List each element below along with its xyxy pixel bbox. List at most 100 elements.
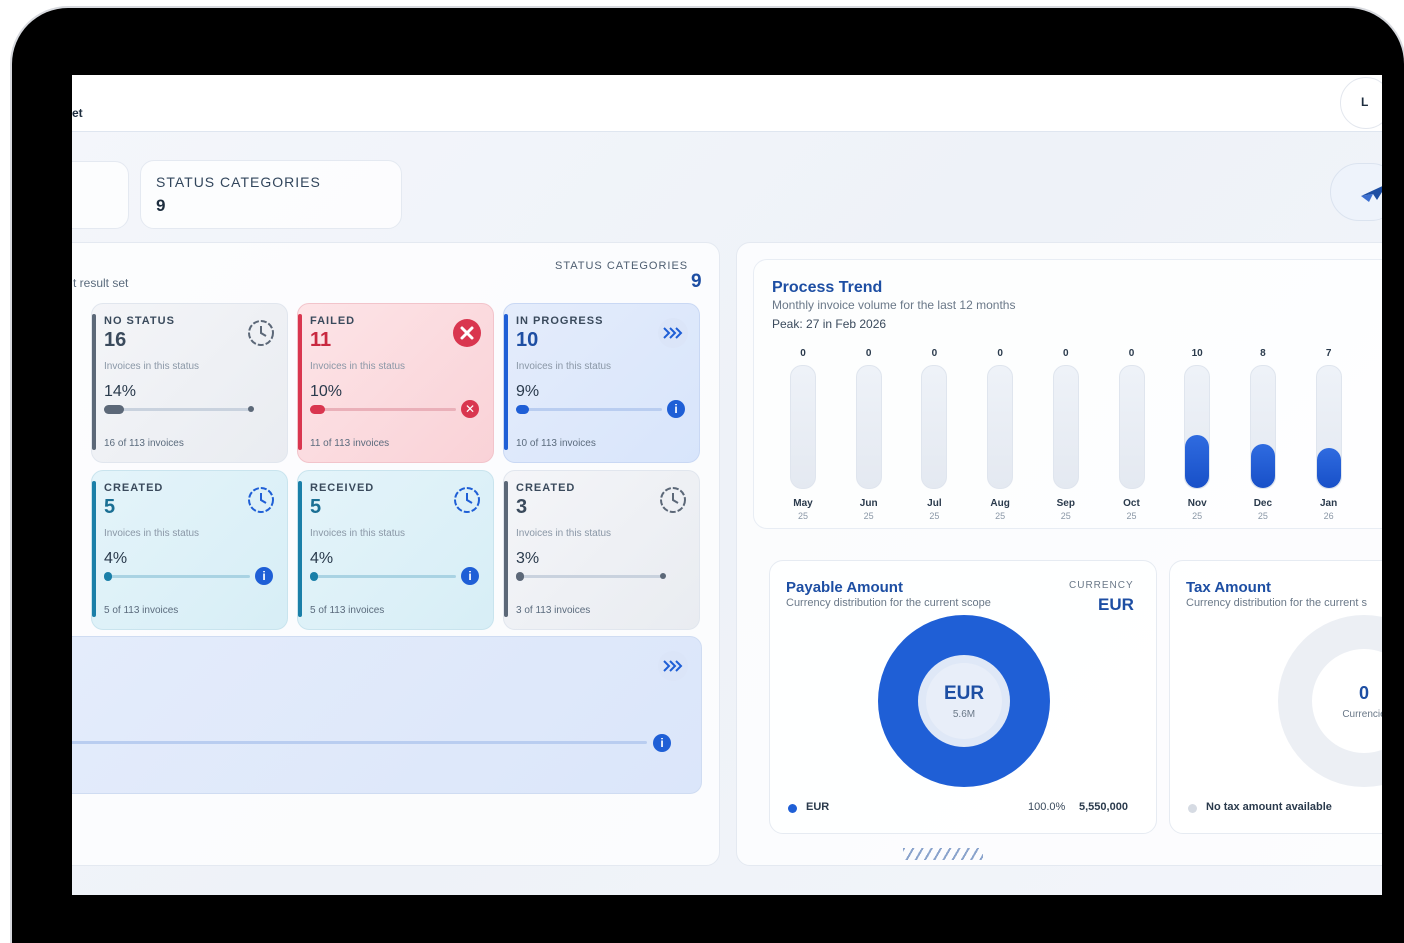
tile-sub: Invoices in this status: [516, 361, 612, 372]
tile-label: RECEIVED: [310, 482, 375, 494]
status-tile-created[interactable]: CREATED 5 Invoices in this status 4% i 5…: [91, 470, 288, 630]
tile-percent: 4%: [104, 550, 128, 567]
payable-amount-card: Payable Amount Currency distribution for…: [769, 560, 1157, 834]
donut-center-sub: 5.6M: [953, 709, 975, 720]
currency-value: EUR: [1098, 595, 1134, 614]
year-label: 25: [797, 511, 808, 521]
tile-percent: 14%: [104, 383, 137, 400]
launch-button[interactable]: [1330, 163, 1382, 221]
month-label: May: [793, 498, 813, 509]
bar-track: [921, 365, 948, 489]
currency-label: CURRENCY: [1069, 580, 1134, 591]
tile-footer: 10 of 113 invoices: [516, 438, 596, 449]
user-avatar[interactable]: L: [1340, 77, 1382, 129]
bar-value-label: 8: [1260, 348, 1266, 359]
bar-fill: [1250, 444, 1275, 488]
tile-percent: 4%: [310, 550, 334, 567]
tax-donut: 0 Currencie: [1278, 615, 1382, 787]
legend-dot: [1188, 804, 1197, 813]
bar-track: [790, 365, 816, 489]
payable-title: Payable Amount: [786, 579, 903, 596]
tile-progress-track: [516, 572, 666, 581]
tax-center-sub: Currencie: [1342, 709, 1382, 720]
tile-progress-fill: [104, 572, 112, 581]
bar-track: [1249, 365, 1276, 489]
month-label: Dec: [1253, 498, 1273, 509]
tile-label: IN PROGRESS: [516, 315, 604, 327]
tile-count: 10: [516, 329, 539, 351]
tax-subtitle: Currency distribution for the current s: [1186, 597, 1367, 609]
tile-count: 3: [516, 496, 528, 518]
month-label: Jan: [1319, 498, 1338, 509]
status-panel-subtitle: t result set: [73, 276, 129, 290]
year-label: 25: [863, 511, 874, 521]
tile-count: 11: [310, 329, 332, 351]
tile-footer: 3 of 113 invoices: [516, 605, 591, 616]
bar-track: [1052, 365, 1079, 489]
tile-progress-track: i: [310, 567, 479, 585]
status-tile-failed[interactable]: FAILED 11 Invoices in this status 10% ✕ …: [297, 303, 494, 463]
status-tile-in-progress[interactable]: IN PROGRESS 10 Invoices in this status 9…: [503, 303, 700, 463]
kpi-card-previous: [72, 161, 129, 229]
bar-track: [1315, 365, 1342, 489]
year-label: 25: [1060, 511, 1071, 521]
process-trend-card: Process Trend Monthly invoice volume for…: [753, 259, 1382, 529]
bar-track: [1118, 365, 1145, 489]
status-categories-value: 9: [691, 271, 702, 292]
tile-count: 16: [104, 329, 127, 351]
bar-track: [987, 365, 1014, 489]
error-icon: [453, 319, 481, 347]
trend-peak: Peak: 27 in Feb 2026: [772, 317, 887, 331]
bar-value-label: 10: [1191, 348, 1203, 359]
plane-icon: [1361, 186, 1382, 202]
clock-icon: [454, 487, 480, 513]
payable-subtitle: Currency distribution for the current sc…: [786, 597, 991, 609]
tile-footer: 16 of 113 invoices: [104, 438, 184, 449]
tile-progress-track: i: [516, 400, 685, 418]
card-hatch-divider: [903, 848, 983, 860]
trend-title: Process Trend: [772, 279, 883, 296]
tile-sub: Invoices in this status: [516, 528, 612, 539]
info-badge-icon: i: [667, 400, 685, 418]
month-label: Oct: [1123, 498, 1140, 509]
status-tile-wide[interactable]: i: [72, 636, 702, 794]
year-label: 25: [929, 511, 940, 521]
tile-percent: 9%: [516, 383, 540, 400]
tile-progress-fill: [516, 405, 529, 414]
tile-footer: 5 of 113 invoices: [104, 605, 179, 616]
tile-count: 5: [310, 496, 322, 518]
month-label: Jun: [859, 498, 878, 509]
avatar-initial: L: [1361, 95, 1369, 109]
legend-dot: [788, 804, 797, 813]
tile-percent: 10%: [310, 383, 343, 400]
year-label: 25: [1126, 511, 1137, 521]
status-tile-no-status[interactable]: NO STATUS 16 Invoices in this status 14%…: [91, 303, 288, 463]
tablet-frame: et L STATUS CATEGORIES 9 t result set ST…: [12, 8, 1404, 943]
top-bar: et L: [72, 75, 1382, 132]
tile-progress-fill: [310, 572, 318, 581]
bar-value-label: 0: [1128, 348, 1135, 359]
forward-icon: [658, 318, 688, 348]
tile-label: CREATED: [104, 482, 164, 494]
kpi-status-categories: STATUS CATEGORIES 9: [140, 160, 402, 229]
tile-footer: 5 of 113 invoices: [310, 605, 385, 616]
tile-sub: Invoices in this status: [104, 361, 200, 372]
year-label: 25: [995, 511, 1006, 521]
bar-track: [1184, 365, 1211, 489]
clock-icon: [248, 320, 274, 346]
year-label: 25: [1257, 511, 1268, 521]
status-tile-created-secondary[interactable]: CREATED 3 Invoices in this status 3% 3 o…: [503, 470, 700, 630]
tile-percent: 3%: [516, 550, 540, 567]
clock-icon: [660, 487, 686, 513]
info-badge-icon: i: [461, 567, 479, 585]
tax-amount-card: Tax Amount Currency distribution for the…: [1169, 560, 1382, 834]
month-label: Jul: [927, 498, 942, 509]
app-title: et: [72, 106, 83, 120]
tile-progress-track: [104, 405, 254, 414]
kpi-label: STATUS CATEGORIES: [156, 174, 321, 190]
tile-progress-track: ✕: [310, 400, 479, 418]
bar-value-label: 0: [931, 348, 938, 359]
legend-percent: 100.0%: [1028, 801, 1066, 813]
status-tile-received[interactable]: RECEIVED 5 Invoices in this status 4% i …: [297, 470, 494, 630]
bar-fill: [1316, 448, 1341, 488]
